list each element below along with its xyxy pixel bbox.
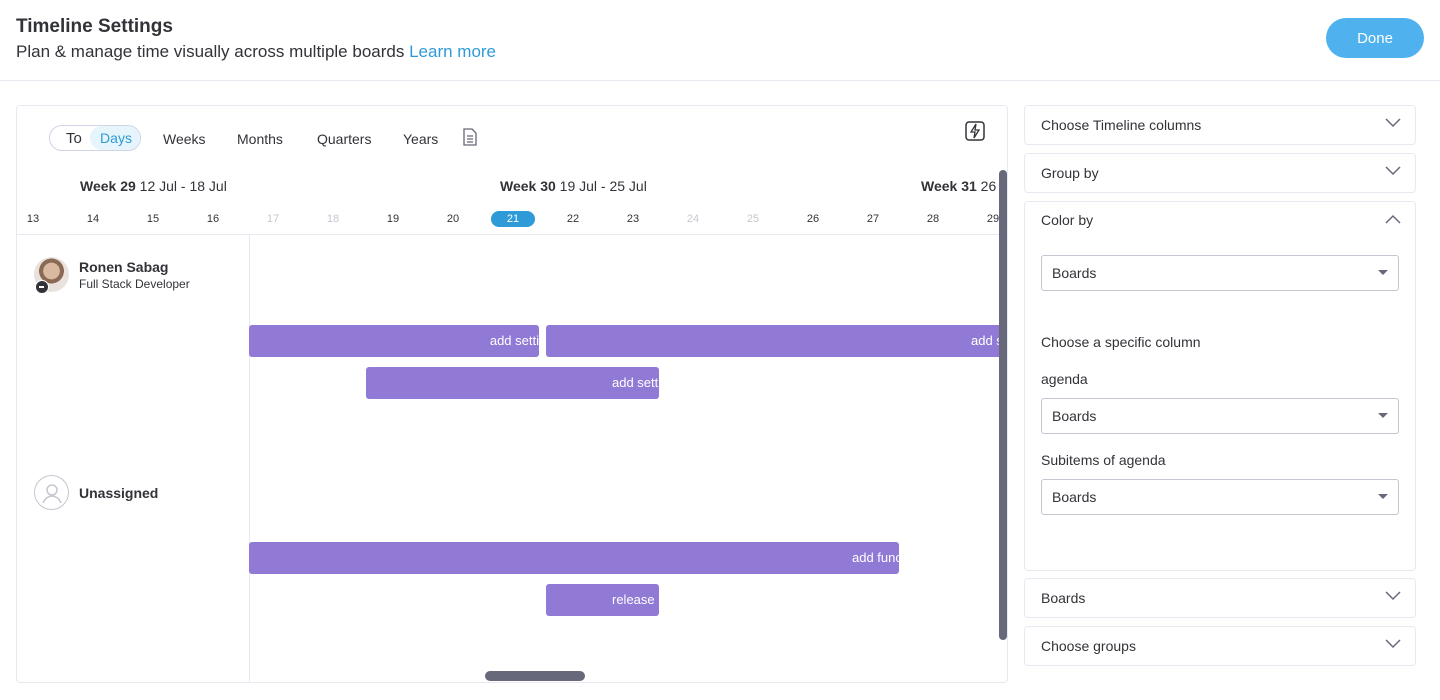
page-subtitle: Plan & manage time visually across multi…: [16, 42, 496, 62]
timeline-item-bar[interactable]: add setti: [249, 325, 539, 357]
week-header: Week 29 12 Jul - 18 Jul: [80, 178, 227, 194]
day-label: 28: [926, 213, 940, 225]
remove-badge-icon[interactable]: [35, 280, 49, 294]
learn-more-link[interactable]: Learn more: [409, 42, 496, 61]
caret-down-icon: [1378, 270, 1388, 275]
week-header: Week 31 26 J: [921, 178, 1008, 194]
scale-quarters-option[interactable]: Quarters: [317, 131, 371, 147]
person-role: Full Stack Developer: [79, 276, 190, 291]
subtitle-text: Plan & manage time visually across multi…: [16, 42, 405, 61]
chevron-up-icon[interactable]: [1385, 214, 1401, 224]
day-label: 17: [266, 213, 280, 225]
day-label: 23: [626, 213, 640, 225]
week-header: Week 30 19 Jul - 25 Jul: [500, 178, 647, 194]
header: Timeline Settings Plan & manage time vis…: [0, 0, 1440, 81]
page-title: Timeline Settings: [16, 16, 173, 37]
scale-months-option[interactable]: Months: [237, 131, 283, 147]
agenda-select[interactable]: Boards: [1041, 398, 1399, 434]
day-label: 22: [566, 213, 580, 225]
timeline-item-bar[interactable]: add setti: [366, 367, 659, 399]
chevron-down-icon: [1385, 591, 1401, 601]
day-label: 20: [446, 213, 460, 225]
horizontal-scrollbar[interactable]: [485, 671, 585, 681]
day-label: 13: [26, 213, 40, 225]
day-label: 27: [866, 213, 880, 225]
avatar: [34, 257, 69, 294]
group-by-dropdown[interactable]: Group by: [1024, 153, 1416, 193]
color-by-section: Color by Boards Choose a specific column…: [1024, 201, 1416, 571]
day-label: 18: [326, 213, 340, 225]
day-label: 16: [206, 213, 220, 225]
color-by-label[interactable]: Color by: [1041, 212, 1093, 228]
scale-days-option[interactable]: Days: [90, 126, 140, 150]
day-label: 25: [746, 213, 760, 225]
boards-label: Boards: [1041, 590, 1086, 606]
day-label: 24: [686, 213, 700, 225]
scale-bar: To Days: [49, 125, 141, 151]
scale-weeks-option[interactable]: Weeks: [163, 131, 206, 147]
person-row: Ronen Sabag Full Stack Developer: [34, 257, 190, 294]
timeline-preview: To Days Weeks Months Quarters Years Week…: [16, 105, 1008, 683]
chevron-down-icon: [1385, 166, 1401, 176]
timeline-item-bar[interactable]: add s: [546, 325, 1006, 357]
person-name: Unassigned: [79, 484, 159, 501]
group-by-label: Group by: [1041, 165, 1099, 181]
automation-bolt-icon[interactable]: [965, 121, 985, 141]
subitems-label: Subitems of agenda: [1041, 452, 1166, 468]
choose-groups-dropdown[interactable]: Choose groups: [1024, 626, 1416, 666]
agenda-label: agenda: [1041, 371, 1088, 387]
export-icon[interactable]: [462, 128, 478, 146]
person-name: Ronen Sabag: [79, 258, 169, 275]
timeline-item-bar[interactable]: add func: [249, 542, 899, 574]
subitems-select[interactable]: Boards: [1041, 479, 1399, 515]
caret-down-icon: [1378, 413, 1388, 418]
unassigned-avatar-icon: [34, 475, 69, 510]
caret-down-icon: [1378, 494, 1388, 499]
person-row: Unassigned: [34, 475, 158, 510]
timeline-columns-dropdown[interactable]: Choose Timeline columns: [1024, 105, 1416, 145]
day-label: 26: [806, 213, 820, 225]
day-label: 14: [86, 213, 100, 225]
today-day-label: 21: [491, 211, 535, 227]
boards-dropdown[interactable]: Boards: [1024, 578, 1416, 618]
chevron-down-icon: [1385, 118, 1401, 128]
scale-toggle[interactable]: To Days: [49, 125, 141, 151]
timeline-item-bar[interactable]: release i: [546, 584, 659, 616]
done-button[interactable]: Done: [1326, 18, 1424, 58]
timeline-columns-label: Choose Timeline columns: [1041, 117, 1202, 133]
specific-column-title: Choose a specific column: [1041, 334, 1201, 350]
day-label: 15: [146, 213, 160, 225]
choose-groups-label: Choose groups: [1041, 638, 1136, 654]
chevron-down-icon: [1385, 639, 1401, 649]
days-divider: [17, 234, 1007, 235]
day-label: 19: [386, 213, 400, 225]
today-button[interactable]: To: [50, 130, 92, 147]
color-by-select[interactable]: Boards: [1041, 255, 1399, 291]
scale-years-option[interactable]: Years: [403, 131, 438, 147]
vertical-scrollbar[interactable]: [999, 170, 1007, 640]
people-column-divider: [249, 235, 250, 682]
